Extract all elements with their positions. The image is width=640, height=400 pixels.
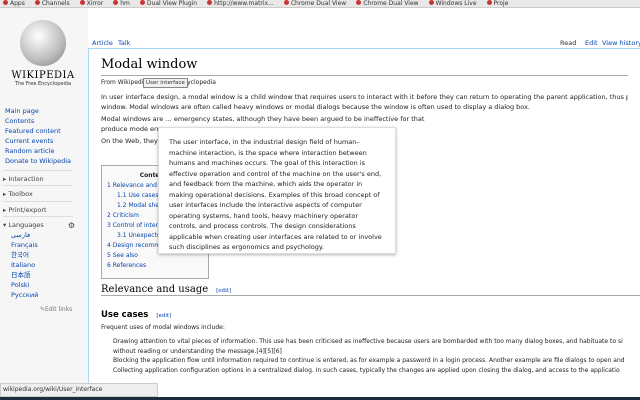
edit-links[interactable]: ✎Edit links: [40, 306, 72, 313]
bookmark[interactable]: Dual View Plugin: [139, 0, 197, 7]
wikipedia-logo[interactable]: Wikipedia The Free Encyclopedia: [8, 20, 78, 87]
nav-featured[interactable]: Featured content: [5, 127, 61, 135]
bookmark[interactable]: Apps: [3, 0, 25, 7]
bookmark[interactable]: hm: [113, 0, 130, 7]
list-item: Collecting application configuration opt…: [113, 366, 640, 376]
lang-link[interactable]: Français: [11, 241, 38, 249]
edit-link[interactable]: [edit]: [156, 313, 171, 319]
bookmark[interactable]: Chrome Dual View: [283, 0, 346, 7]
link-preview-popup[interactable]: The user interface, in the industrial de…: [158, 127, 396, 254]
lang-link[interactable]: Русский: [11, 291, 38, 299]
section-print-export[interactable]: ▸ Print/export: [3, 201, 73, 214]
nav-donate[interactable]: Donate to Wikipedia: [5, 157, 71, 165]
bookmark[interactable]: Windows Live: [428, 0, 477, 7]
use-cases: Frequent uses of modal windows include: …: [101, 323, 640, 375]
section-interaction[interactable]: ▸ Interaction: [3, 170, 73, 183]
toc-item[interactable]: 5 See also: [107, 252, 138, 259]
nav-current-events[interactable]: Current events: [5, 137, 53, 145]
section-languages[interactable]: ▾ Languages ⚙: [3, 216, 75, 230]
list-item: without reading or understanding the mes…: [113, 347, 282, 355]
subsection-heading: Use cases [edit]: [101, 310, 172, 320]
section-heading: Relevance and usage [edit]: [101, 284, 640, 296]
lang-link[interactable]: 日本語: [11, 271, 31, 279]
gear-icon[interactable]: ⚙: [68, 221, 75, 230]
globe-icon: [20, 20, 66, 66]
logo-tagline: The Free Encyclopedia: [14, 81, 72, 87]
bookmark[interactable]: Channels: [34, 0, 70, 7]
toc-item[interactable]: 6 References: [107, 262, 146, 269]
nav-list: Main page Contents Featured content Curr…: [5, 106, 71, 166]
list-item: Drawing attention to vital pieces of inf…: [113, 337, 640, 347]
toc-item[interactable]: 2 Criticism: [107, 212, 139, 219]
bookmark[interactable]: Chrome Dual View: [356, 0, 419, 7]
section-toolbox[interactable]: ▸ Toolbox: [3, 185, 73, 198]
lang-link[interactable]: فارسی: [11, 231, 30, 239]
lang-link[interactable]: Polski: [11, 281, 29, 289]
bookmarks-bar: Apps Channels Xirror hm Dual View Plugin…: [0, 0, 640, 8]
page-title: Modal window: [101, 57, 628, 76]
bookmark[interactable]: Proje: [486, 0, 508, 7]
paragraph: In user interface design, a modal window…: [101, 93, 628, 101]
nav-contents[interactable]: Contents: [5, 117, 34, 125]
tooltip: User interface: [143, 78, 188, 88]
paragraph: window. Modal windows are often called h…: [101, 103, 530, 111]
list-item: Blocking the application flow until info…: [113, 356, 640, 366]
lang-link[interactable]: 한국어: [11, 251, 29, 259]
paragraph: Frequent uses of modal windows include:: [101, 324, 225, 331]
toc-item[interactable]: 1.1 Use cases: [117, 192, 158, 199]
bookmark[interactable]: Xirror: [79, 0, 103, 7]
lang-link[interactable]: Italiano: [11, 261, 35, 269]
nav-random[interactable]: Random article: [5, 147, 54, 155]
nav-main-page[interactable]: Main page: [5, 107, 39, 115]
sidebar: Wikipedia The Free Encyclopedia Main pag…: [0, 8, 88, 383]
language-list: فارسی Français 한국어 Italiano 日本語 Polski Р…: [11, 230, 38, 300]
status-bar: wikipedia.org/wiki/User_interface: [0, 383, 158, 397]
bookmark[interactable]: http://www.matrix...: [207, 0, 274, 7]
logo-wordmark: Wikipedia: [11, 70, 75, 81]
edit-link[interactable]: [edit]: [216, 288, 231, 294]
paragraph: Modal windows are … emergency states, al…: [101, 115, 425, 123]
